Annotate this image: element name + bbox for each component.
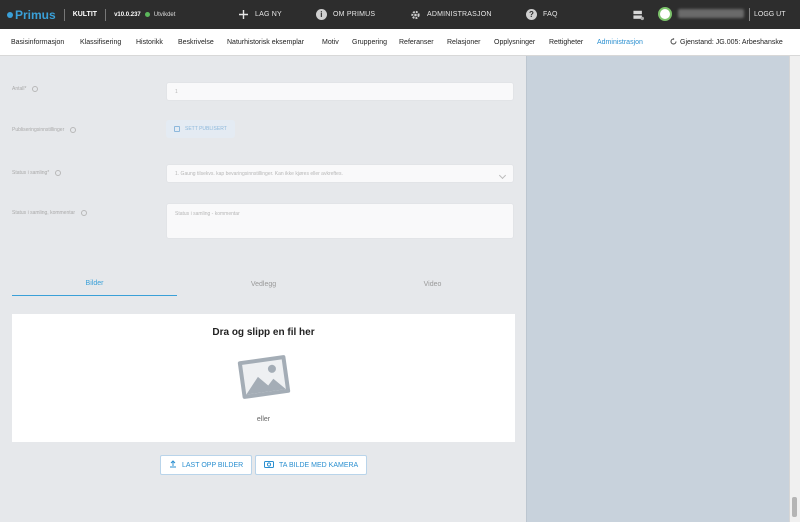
status-select[interactable]: 1. Gaung tilsekvs. kap bevaringsinnstill… bbox=[166, 164, 514, 183]
plus-icon bbox=[238, 9, 249, 20]
comment-label: Status i samling, kommentar bbox=[12, 210, 88, 216]
help-icon[interactable] bbox=[32, 86, 39, 92]
comment-textarea[interactable]: Status i samling - kommentar bbox=[166, 203, 514, 239]
tab-referanser[interactable]: Referanser bbox=[399, 29, 434, 56]
dropzone-or: eller bbox=[256, 416, 271, 423]
scrollbar[interactable] bbox=[789, 56, 800, 522]
chevron-down-icon bbox=[498, 171, 507, 180]
record-tab-bar: Basisinformasjon Klassifisering Historik… bbox=[0, 29, 800, 56]
set-published-button[interactable]: SETT PUBLISERT bbox=[166, 120, 235, 138]
count-input[interactable]: 1 bbox=[166, 82, 514, 101]
gear-icon bbox=[410, 9, 421, 20]
tab-klassifisering[interactable]: Klassifisering bbox=[80, 29, 121, 56]
version-info: v10.0.237 Utvikdet bbox=[105, 8, 176, 21]
publish-label: Publiseringsinnstillinger bbox=[12, 127, 77, 133]
user-name-blurred[interactable] bbox=[678, 9, 744, 18]
env-status-dot bbox=[144, 12, 150, 17]
org-name: KULTIT bbox=[63, 8, 97, 21]
header-divider bbox=[749, 8, 750, 21]
count-label: Antall* bbox=[12, 86, 39, 92]
status-select-value: 1. Gaung tilsekvs. kap bevaringsinnstill… bbox=[175, 170, 343, 177]
server-status-button[interactable] bbox=[633, 0, 644, 29]
side-panel bbox=[526, 56, 789, 522]
tab-historikk[interactable]: Historikk bbox=[136, 29, 163, 56]
upload-icon bbox=[169, 460, 177, 470]
camera-icon bbox=[264, 460, 274, 470]
env-name: Utvikdet bbox=[153, 11, 176, 18]
image-placeholder-icon bbox=[234, 350, 294, 406]
top-bar: Primus KULTIT v10.0.237 Utvikdet LAG NY … bbox=[0, 0, 800, 29]
help-icon[interactable] bbox=[81, 210, 88, 216]
faq-label: FAQ bbox=[543, 11, 558, 18]
logo-text: Primus bbox=[15, 7, 56, 22]
file-dropzone[interactable]: Dra og slipp en fil her eller bbox=[12, 314, 515, 442]
comment-label-text: Status i samling, kommentar bbox=[12, 210, 76, 216]
refresh-icon bbox=[670, 38, 677, 47]
user-avatar[interactable] bbox=[658, 7, 672, 21]
tab-rettigheter[interactable]: Rettigheter bbox=[549, 29, 583, 56]
about-label: OM PRIMUS bbox=[333, 11, 376, 18]
new-button[interactable]: LAG NY bbox=[238, 0, 282, 29]
version-number: v10.0.237 bbox=[114, 11, 141, 18]
upload-images-button[interactable]: LAST OPP BILDER bbox=[160, 455, 253, 475]
edit-icon bbox=[174, 126, 180, 132]
object-indicator[interactable]: Gjenstand: JG.005: Arbeshanske bbox=[670, 29, 783, 56]
object-label: Gjenstand: JG.005: Arbeshanske bbox=[680, 39, 783, 46]
about-button[interactable]: i OM PRIMUS bbox=[316, 0, 375, 29]
help-icon[interactable] bbox=[70, 127, 77, 133]
tab-beskrivelse[interactable]: Beskrivelse bbox=[178, 29, 214, 56]
admin-button[interactable]: ADMINISTRASJON bbox=[410, 0, 492, 29]
tab-gruppering[interactable]: Gruppering bbox=[352, 29, 387, 56]
new-label: LAG NY bbox=[255, 11, 282, 18]
tab-relasjoner[interactable]: Relasjoner bbox=[447, 29, 480, 56]
scroll-thumb[interactable] bbox=[792, 497, 797, 517]
tab-bilder[interactable]: Bilder bbox=[12, 272, 177, 296]
status-label-text: Status i samling* bbox=[12, 170, 50, 176]
tab-basisinformasjon[interactable]: Basisinformasjon bbox=[11, 29, 64, 56]
status-label: Status i samling* bbox=[12, 170, 62, 176]
info-icon: i bbox=[316, 9, 327, 20]
admin-label: ADMINISTRASJON bbox=[427, 11, 492, 18]
take-photo-button[interactable]: TA BILDE MED KAMERA bbox=[255, 455, 368, 475]
help-icon[interactable] bbox=[55, 170, 62, 176]
tab-opplysninger[interactable]: Opplysninger bbox=[494, 29, 535, 56]
faq-button[interactable]: ? FAQ bbox=[526, 0, 558, 29]
upload-images-label: LAST OPP BILDER bbox=[182, 461, 244, 469]
dropzone-title: Dra og slipp en fil her bbox=[212, 327, 315, 338]
tab-video[interactable]: Video bbox=[350, 272, 515, 296]
count-label-text: Antall* bbox=[12, 86, 27, 92]
logo-icon bbox=[7, 11, 13, 18]
set-published-label: SETT PUBLISERT bbox=[185, 126, 227, 132]
take-photo-label: TA BILDE MED KAMERA bbox=[279, 461, 359, 469]
publish-label-text: Publiseringsinnstillinger bbox=[12, 127, 65, 133]
tab-administrasjon[interactable]: Administrasjon bbox=[597, 29, 643, 56]
tab-vedlegg[interactable]: Vedlegg bbox=[181, 272, 346, 296]
server-icon bbox=[633, 9, 644, 20]
primus-logo[interactable]: Primus bbox=[7, 8, 56, 22]
logout-button[interactable]: LOGG UT bbox=[754, 0, 786, 29]
tab-naturhistorisk[interactable]: Naturhistorisk eksemplar bbox=[227, 29, 304, 56]
tab-motiv[interactable]: Motiv bbox=[322, 29, 339, 56]
help-icon: ? bbox=[526, 9, 537, 20]
